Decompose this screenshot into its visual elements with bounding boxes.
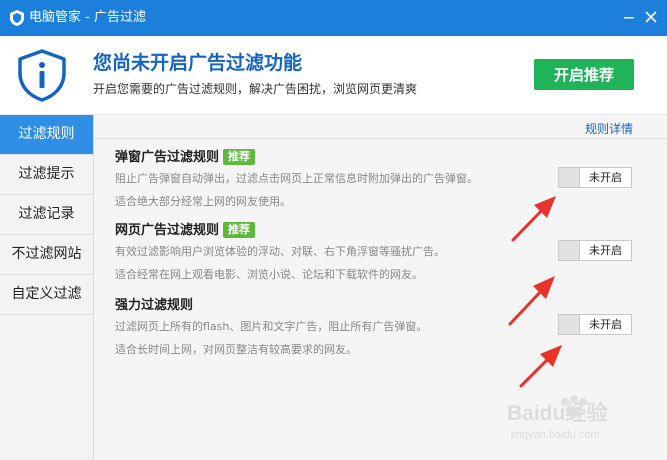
toggle-knob <box>559 241 580 260</box>
rule-title: 强力过滤规则 <box>115 298 194 313</box>
rule-title: 弹窗广告过滤规则 <box>115 150 220 165</box>
header-subtitle: 开启您需要的广告过滤规则，解决广告困扰，浏览网页更清爽 <box>93 82 418 96</box>
recommended-badge: 推荐 <box>223 149 256 165</box>
shield-info-icon <box>18 49 66 102</box>
toggle-label: 未开启 <box>589 318 622 331</box>
watermark-text: Baidu经验 <box>507 401 607 425</box>
divider <box>94 138 667 139</box>
sidebar: 过滤规则 过滤提示 过滤记录 不过滤网站 自定义过滤 <box>0 115 94 460</box>
rule-description: 过滤网页上所有的flash、图片和文字广告，阻止所有广告弹窗。 <box>115 320 428 333</box>
toggle-label: 未开启 <box>589 171 622 184</box>
baidu-jingyan-watermark: Baidu经验 jingyan.baidu.com <box>507 395 607 441</box>
recommended-badge: 推荐 <box>223 222 256 238</box>
minimize-icon[interactable] <box>618 6 640 28</box>
rule-page-ads: 网页广告过滤规则 推荐 有效过滤影响用户浏览体验的浮动、对联、右下角浮窗等骚扰广告… <box>115 222 595 282</box>
rule-strong-filter: 强力过滤规则 过滤网页上所有的flash、图片和文字广告，阻止所有广告弹窗。 适… <box>115 297 595 357</box>
rule-details-link[interactable]: 规则详情 <box>585 120 633 137</box>
toggle-strong-filter[interactable]: 未开启 <box>558 314 632 335</box>
toggle-knob <box>559 168 580 187</box>
watermark-url: jingyan.baidu.com <box>510 429 600 441</box>
toggle-label: 未开启 <box>589 244 622 257</box>
app-logo-icon <box>10 10 24 26</box>
rule-popup-ads: 弹窗广告过滤规则 推荐 阻止广告弹窗自动弹出，过滤点击网页上正常信息时附加弹出的广… <box>115 149 595 209</box>
enable-recommended-button[interactable]: 开启推荐 <box>534 59 634 90</box>
toggle-page-ads[interactable]: 未开启 <box>558 240 632 261</box>
sidebar-item-filter-rules[interactable]: 过滤规则 <box>0 115 93 155</box>
title-bar: 电脑管家 - 广告过滤 <box>0 0 667 36</box>
window-title: 电脑管家 - 广告过滤 <box>29 10 146 25</box>
close-icon[interactable] <box>640 6 662 28</box>
toggle-knob <box>559 315 580 334</box>
rule-description: 有效过滤影响用户浏览体验的浮动、对联、右下角浮窗等骚扰广告。 <box>115 245 445 258</box>
toggle-popup-ads[interactable]: 未开启 <box>558 167 632 188</box>
sidebar-item-whitelist-sites[interactable]: 不过滤网站 <box>0 235 93 275</box>
rule-title: 网页广告过滤规则 <box>115 223 220 238</box>
sidebar-item-filter-tips[interactable]: 过滤提示 <box>0 155 93 195</box>
sidebar-item-filter-log[interactable]: 过滤记录 <box>0 195 93 235</box>
rule-audience: 适合绝大部分经常上网的网友使用。 <box>115 195 291 208</box>
header-banner: 您尚未开启广告过滤功能 开启您需要的广告过滤规则，解决广告困扰，浏览网页更清爽 … <box>0 36 667 115</box>
sidebar-item-custom-filter[interactable]: 自定义过滤 <box>0 275 93 315</box>
header-title: 您尚未开启广告过滤功能 <box>93 52 303 74</box>
rule-description: 阻止广告弹窗自动弹出，过滤点击网页上正常信息时附加弹出的广告弹窗。 <box>115 172 478 185</box>
rule-audience: 适合经常在网上观看电影、浏览小说、论坛和下载软件的网友。 <box>115 268 423 281</box>
rule-audience: 适合长时间上网，对网页整洁有较高要求的网友。 <box>115 343 357 356</box>
